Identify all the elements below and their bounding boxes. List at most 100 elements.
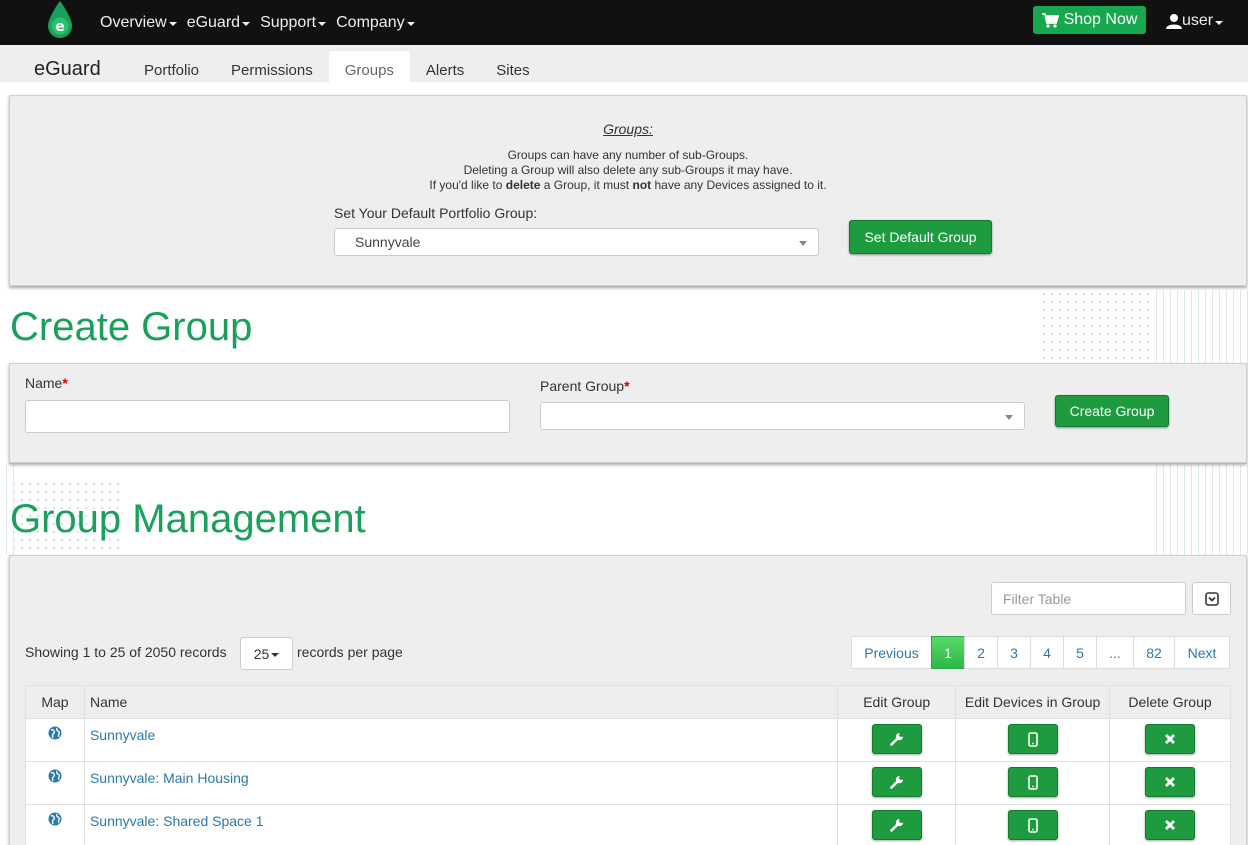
info-text: a Group, it must [540,178,633,192]
section-brand-title: eGuard [34,58,101,80]
edit-group-button[interactable] [871,767,922,797]
edit-devices-button[interactable] [1007,767,1058,797]
group-name-link[interactable]: Sunnyvale [90,727,155,743]
pagination-page[interactable]: 82 [1133,636,1175,669]
info-emphasis: not [632,178,652,192]
column-header-name[interactable]: Name [83,685,839,719]
table-row: Sunnyvale [25,718,1231,762]
info-emphasis: delete [505,178,541,192]
nav-label: Company [336,13,405,31]
globe-icon[interactable] [48,726,62,740]
create-group-button[interactable]: Create Group [1055,395,1169,427]
group-name-link[interactable]: Sunnyvale: Main Housing [90,770,249,786]
info-text: If you'd like to [429,178,506,192]
user-icon [1166,14,1182,29]
column-toggle-button[interactable] [1192,582,1231,615]
page-size-value: 25 [253,645,270,662]
set-default-group-button[interactable]: Set Default Group [849,220,992,254]
group-management-heading: Group Management [10,497,366,541]
column-header-map[interactable]: Map [25,685,85,719]
edit-devices-cell [955,804,1111,845]
tab-groups[interactable]: Groups [328,51,410,82]
pagination-next[interactable]: Next [1174,636,1230,669]
default-group-label: Set Your Default Portfolio Group: [334,205,538,221]
user-menu[interactable]: user [1166,12,1224,30]
tab-alerts[interactable]: Alerts [410,51,480,82]
page-size-select[interactable]: 25 [240,637,293,670]
parent-group-select[interactable] [540,402,1025,430]
nav-company[interactable]: Company [336,13,415,32]
edit-group-cell [837,761,957,805]
globe-icon[interactable] [48,769,62,783]
edit-devices-button[interactable] [1007,724,1058,754]
delete-group-cell [1109,718,1231,762]
map-cell [25,718,85,762]
pagination: Previous 1 2 3 4 5 ... 82 Next [851,636,1230,669]
delete-group-button[interactable] [1145,724,1196,754]
mobile-phone-icon [1027,817,1038,833]
edit-group-button[interactable] [871,724,922,754]
caret-down-icon [1215,20,1224,25]
shop-now-label: Shop Now [1063,11,1138,28]
nav-eguard[interactable]: eGuard [186,13,251,32]
tab-sites[interactable]: Sites [480,51,545,82]
create-group-heading: Create Group [10,305,253,349]
label-text: Parent Group [540,378,625,394]
edit-devices-cell [955,761,1111,805]
records-summary: Showing 1 to 25 of 2050 records [25,644,227,660]
edit-group-button[interactable] [871,810,922,840]
group-name-cell: Sunnyvale: Main Housing [83,761,839,805]
dropdown-arrow-icon [1005,415,1013,420]
sub-navbar: eGuard Portfolio Permissions Groups Aler… [0,45,1248,82]
caret-down-icon [271,653,280,657]
table-header-row: Map Name Edit Group Edit Devices in Grou… [25,685,1231,719]
pagination-ellipsis: ... [1096,636,1134,669]
caret-down-icon [406,22,415,26]
edit-devices-button[interactable] [1007,810,1058,840]
label-text: Name [25,375,63,391]
filter-table-input[interactable]: Filter Table [991,582,1186,615]
shop-now-button[interactable]: Shop Now [1033,6,1146,34]
default-group-select[interactable]: Sunnyvale [334,228,819,256]
caret-down-icon [242,22,251,26]
required-mark: * [62,375,68,391]
nav-label: eGuard [186,13,241,31]
column-header-edit-group: Edit Group [837,685,957,719]
group-name-input[interactable] [25,400,510,433]
delete-group-button[interactable] [1145,767,1196,797]
nav-overview[interactable]: Overview [100,14,177,32]
column-header-delete-group: Delete Group [1109,685,1231,719]
globe-icon[interactable] [48,812,62,826]
table-row: Sunnyvale: Main Housing [25,761,1231,805]
logo-letter: e [55,19,65,35]
map-cell [25,804,85,845]
edit-group-cell [837,718,957,762]
chevron-down-square-icon [1204,591,1219,606]
delete-group-button[interactable] [1145,810,1196,840]
nav-support[interactable]: Support [260,14,327,32]
edit-devices-cell [955,718,1111,762]
close-icon [1165,820,1176,830]
user-label: user [1182,12,1214,29]
pagination-page[interactable]: 4 [1030,636,1064,669]
logo-icon[interactable]: e [46,1,74,39]
info-text: have any Devices assigned to it. [651,178,827,192]
column-header-edit-devices: Edit Devices in Group [955,685,1111,719]
tab-portfolio[interactable]: Portfolio [128,51,215,82]
pagination-previous[interactable]: Previous [851,636,932,669]
pagination-page[interactable]: 1 [931,636,965,669]
tab-permissions[interactable]: Permissions [215,51,329,82]
map-cell [25,761,85,805]
circuit-decoration [1150,465,1248,555]
pagination-page[interactable]: 2 [964,636,998,669]
tab-bar: Portfolio Permissions Groups Alerts Site… [128,51,546,82]
pagination-page[interactable]: 5 [1063,636,1097,669]
circuit-decoration [1150,290,1248,365]
group-name-link[interactable]: Sunnyvale: Shared Space 1 [90,813,264,829]
groups-info-title: Groups: [603,121,653,137]
circuit-decoration [1040,290,1150,360]
create-group-panel: Name* Parent Group* Create Group [9,363,1247,463]
pagination-page[interactable]: 3 [997,636,1031,669]
groups-table: Map Name Edit Group Edit Devices in Grou… [25,685,1231,845]
groups-info-line: Groups can have any number of sub-Groups… [507,148,749,162]
